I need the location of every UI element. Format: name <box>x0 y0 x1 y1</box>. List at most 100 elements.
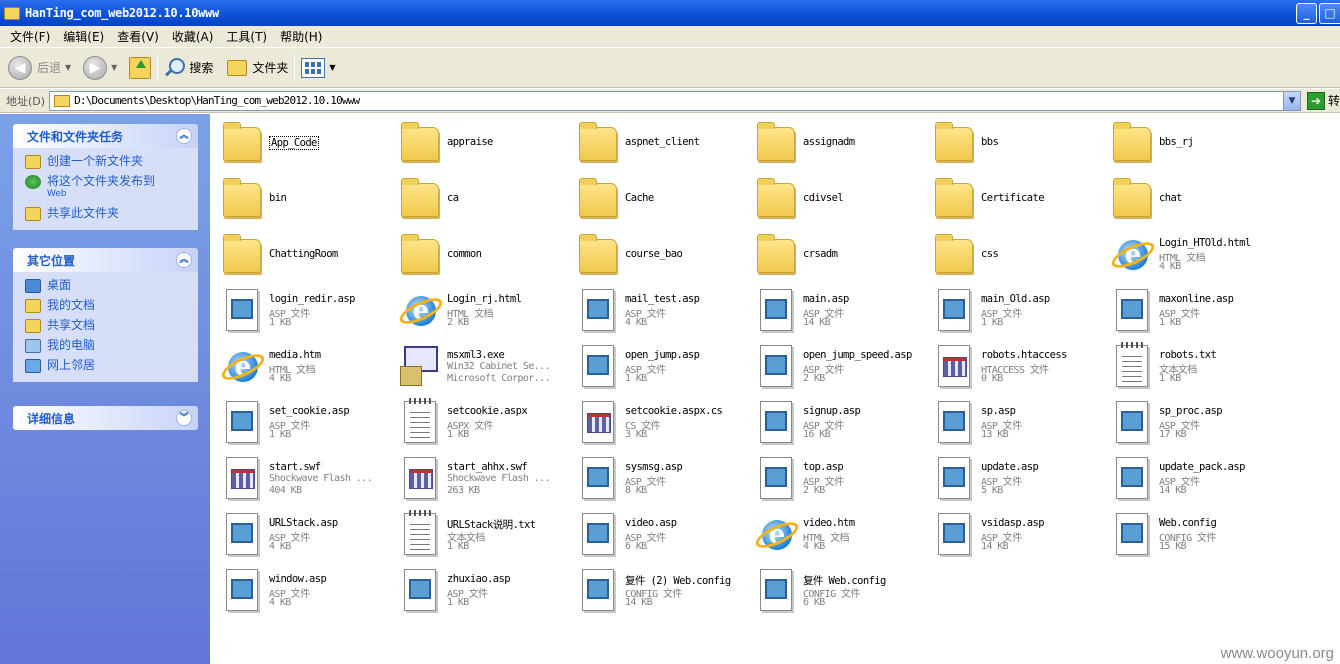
file-tasks-header[interactable]: 文件和文件夹任务 ︽ <box>13 124 198 148</box>
file-item[interactable]: sp.asp ASP 文件 13 KB <box>924 394 1102 450</box>
folder-item[interactable]: cdivsel <box>746 170 924 226</box>
place-my-computer[interactable]: 我的电脑 <box>25 336 198 356</box>
up-folder-icon[interactable] <box>129 56 152 79</box>
forward-arrow-icon[interactable]: ▶ <box>83 55 108 80</box>
folders-icon[interactable] <box>227 59 248 76</box>
file-item[interactable]: video.asp ASP 文件 6 KB <box>568 506 746 562</box>
file-item[interactable]: 复件 (2) Web.config CONFIG 文件 14 KB <box>568 562 746 618</box>
file-item[interactable]: start.swf Shockwave Flash ... 404 KB <box>212 450 390 506</box>
place-network[interactable]: 网上邻居 <box>25 356 198 376</box>
views-icon[interactable] <box>301 57 326 78</box>
folder-item[interactable]: bbs_rj <box>1102 114 1280 170</box>
folder-item[interactable]: ca <box>390 170 568 226</box>
back-arrow-icon[interactable]: ◀ <box>8 55 32 80</box>
item-name: course_bao <box>625 248 683 260</box>
item-size: 1 KB <box>447 597 469 608</box>
file-item[interactable]: main_Old.asp ASP 文件 1 KB <box>924 282 1102 338</box>
go-button[interactable]: 转 <box>1328 92 1340 109</box>
go-arrow-icon[interactable]: ➔ <box>1306 91 1325 110</box>
menu-file[interactable]: 文件(F) <box>10 28 50 45</box>
file-item[interactable]: set_cookie.asp ASP 文件 1 KB <box>212 394 390 450</box>
file-item[interactable]: top.asp ASP 文件 2 KB <box>746 450 924 506</box>
file-item[interactable]: update.asp ASP 文件 5 KB <box>924 450 1102 506</box>
file-item[interactable]: setcookie.aspx ASPX 文件 1 KB <box>390 394 568 450</box>
task-label: 创建一个新文件夹 <box>47 154 144 168</box>
file-item[interactable]: window.asp ASP 文件 4 KB <box>212 562 390 618</box>
folder-item[interactable]: assignadm <box>746 114 924 170</box>
file-item[interactable]: e media.htm HTML 文档 4 KB <box>212 338 390 394</box>
place-shared-documents[interactable]: 共享文档 <box>25 316 198 336</box>
file-item[interactable]: zhuxiao.asp ASP 文件 1 KB <box>390 562 568 618</box>
back-dropdown-icon[interactable]: ▼ <box>65 63 71 72</box>
address-path[interactable]: D:\Documents\Desktop\HanTing_com_web2012… <box>74 94 360 107</box>
search-icon[interactable] <box>164 57 186 78</box>
task-publish-web[interactable]: 将这个文件夹发布到 Web <box>25 172 198 204</box>
file-item[interactable]: mail_test.asp ASP 文件 4 KB <box>568 282 746 338</box>
file-item[interactable]: sysmsg.asp ASP 文件 8 KB <box>568 450 746 506</box>
task-share-folder[interactable]: 共享此文件夹 <box>25 204 198 224</box>
file-item[interactable]: start_ahhx.swf Shockwave Flash ... 263 KB <box>390 450 568 506</box>
folder-item[interactable]: css <box>924 226 1102 282</box>
file-item[interactable]: signup.asp ASP 文件 16 KB <box>746 394 924 450</box>
file-item[interactable]: login_redir.asp ASP 文件 1 KB <box>212 282 390 338</box>
asp-file-icon <box>752 342 800 390</box>
folder-item[interactable]: aspnet_client <box>568 114 746 170</box>
folder-item[interactable]: Cache <box>568 170 746 226</box>
file-item[interactable]: e Login_HTOld.html HTML 文档 4 KB <box>1102 226 1280 282</box>
file-item[interactable]: URLStack说明.txt 文本文档 1 KB <box>390 506 568 562</box>
folder-item[interactable]: chat <box>1102 170 1280 226</box>
place-my-documents[interactable]: 我的文档 <box>25 296 198 316</box>
folder-item[interactable]: appraise <box>390 114 568 170</box>
menu-edit[interactable]: 编辑(E) <box>63 28 104 45</box>
file-item[interactable]: e Login_rj.html HTML 文档 2 KB <box>390 282 568 338</box>
new-folder-icon <box>25 155 41 169</box>
back-button[interactable]: 后退 <box>37 59 61 76</box>
folder-item[interactable]: Certificate <box>924 170 1102 226</box>
place-desktop[interactable]: 桌面 <box>25 276 198 296</box>
folder-item[interactable]: ChattingRoom <box>212 226 390 282</box>
file-item[interactable]: open_jump_speed.asp ASP 文件 2 KB <box>746 338 924 394</box>
file-item[interactable]: robots.txt 文本文档 1 KB <box>1102 338 1280 394</box>
folder-item[interactable]: bbs <box>924 114 1102 170</box>
menu-help[interactable]: 帮助(H) <box>280 28 322 45</box>
maximize-button[interactable]: □ <box>1319 3 1340 24</box>
file-item[interactable]: robots.htaccess HTACCESS 文件 0 KB <box>924 338 1102 394</box>
folders-button[interactable]: 文件夹 <box>252 59 288 76</box>
folder-item[interactable]: App_Code <box>212 114 390 170</box>
file-item[interactable]: open_jump.asp ASP 文件 1 KB <box>568 338 746 394</box>
other-places-header[interactable]: 其它位置 ︽ <box>13 248 198 272</box>
my-computer-icon <box>25 339 41 353</box>
item-name: top.asp <box>803 461 844 473</box>
file-item[interactable]: update_pack.asp ASP 文件 14 KB <box>1102 450 1280 506</box>
views-dropdown-icon[interactable]: ▼ <box>329 63 335 72</box>
folder-item[interactable]: crsadm <box>746 226 924 282</box>
collapse-chevron-icon[interactable]: ︽ <box>176 252 192 268</box>
file-item[interactable]: sp_proc.asp ASP 文件 17 KB <box>1102 394 1280 450</box>
address-dropdown-icon[interactable]: ▼ <box>1282 91 1300 110</box>
task-new-folder[interactable]: 创建一个新文件夹 <box>25 152 198 172</box>
minimize-button[interactable]: _ <box>1296 3 1317 24</box>
file-item[interactable]: maxonline.asp ASP 文件 1 KB <box>1102 282 1280 338</box>
collapse-chevron-icon[interactable]: ︽ <box>176 128 192 144</box>
file-item[interactable]: e video.htm HTML 文档 4 KB <box>746 506 924 562</box>
menu-tools[interactable]: 工具(T) <box>226 28 267 45</box>
file-item[interactable]: Web.config CONFIG 文件 15 KB <box>1102 506 1280 562</box>
file-item[interactable]: vsidasp.asp ASP 文件 14 KB <box>924 506 1102 562</box>
expand-chevron-icon[interactable]: ︾ <box>176 410 192 426</box>
file-item[interactable]: 复件 Web.config CONFIG 文件 6 KB <box>746 562 924 618</box>
folder-item[interactable]: bin <box>212 170 390 226</box>
address-input[interactable]: D:\Documents\Desktop\HanTing_com_web2012… <box>49 90 1301 111</box>
folder-item[interactable]: course_bao <box>568 226 746 282</box>
search-button[interactable]: 搜索 <box>189 59 213 76</box>
menu-view[interactable]: 查看(V) <box>117 28 159 45</box>
file-item[interactable]: main.asp ASP 文件 14 KB <box>746 282 924 338</box>
menu-favorites[interactable]: 收藏(A) <box>172 28 214 45</box>
file-item[interactable]: setcookie.aspx.cs CS 文件 3 KB <box>568 394 746 450</box>
file-item[interactable]: URLStack.asp ASP 文件 4 KB <box>212 506 390 562</box>
file-item[interactable]: msxml3.exe Win32 Cabinet Se... Microsoft C… <box>390 338 568 394</box>
details-header[interactable]: 详细信息 ︾ <box>13 406 198 430</box>
folder-item[interactable]: common <box>390 226 568 282</box>
item-size: 14 KB <box>625 597 653 608</box>
forward-dropdown-icon[interactable]: ▼ <box>111 63 117 72</box>
item-size: 8 KB <box>625 485 647 496</box>
